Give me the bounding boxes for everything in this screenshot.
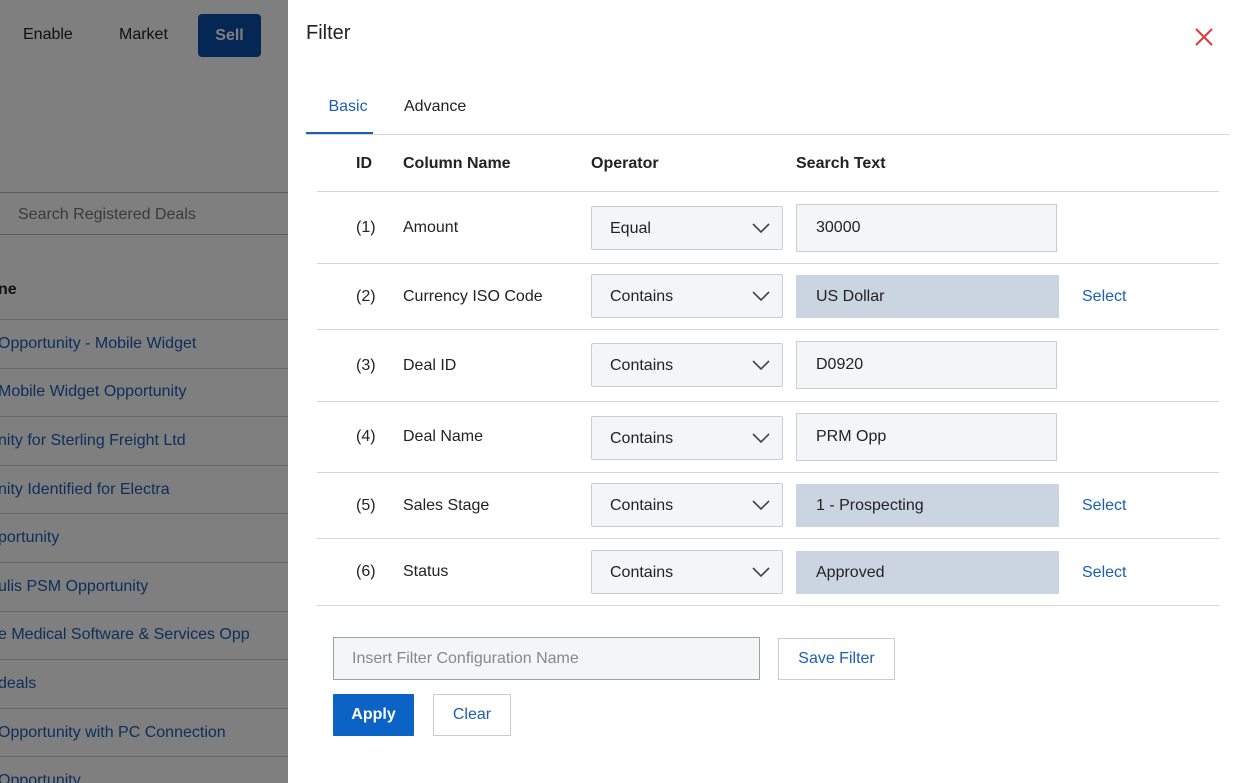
row-id: (4) bbox=[356, 428, 376, 445]
operator-select[interactable]: Contains bbox=[591, 274, 783, 318]
search-text-readonly: US Dollar bbox=[796, 275, 1059, 318]
search-text-input[interactable]: D0920 bbox=[796, 341, 1057, 389]
row-column-name: Deal Name bbox=[403, 428, 484, 445]
search-text-input[interactable]: PRM Opp bbox=[796, 413, 1057, 461]
chevron-down-icon bbox=[752, 223, 770, 234]
operator-select[interactable]: Contains bbox=[591, 416, 783, 460]
tab-basic[interactable]: Basic bbox=[306, 98, 373, 134]
clear-button[interactable]: Clear bbox=[433, 694, 511, 736]
row-id: (1) bbox=[356, 219, 376, 236]
header-column-name: Column Name bbox=[403, 155, 511, 172]
close-icon[interactable] bbox=[1193, 26, 1215, 48]
apply-button[interactable]: Apply bbox=[333, 694, 414, 736]
operator-value: Contains bbox=[610, 357, 674, 374]
save-filter-button[interactable]: Save Filter bbox=[778, 638, 895, 680]
modal-overlay[interactable] bbox=[0, 0, 288, 783]
row-id: (6) bbox=[356, 563, 376, 580]
chevron-down-icon bbox=[752, 291, 770, 302]
tab-advance[interactable]: Advance bbox=[404, 98, 466, 132]
filter-panel: Filter Basic Advance ID Column Name Oper… bbox=[288, 0, 1248, 783]
search-text-readonly: 1 - Prospecting bbox=[796, 484, 1059, 527]
operator-value: Contains bbox=[610, 497, 674, 514]
filter-config-name-input[interactable] bbox=[333, 637, 760, 680]
search-text-input[interactable]: 30000 bbox=[796, 204, 1057, 252]
filter-table: ID Column Name Operator Search Text (1) … bbox=[317, 135, 1219, 606]
table-row: (3) Deal ID Contains D0920 bbox=[317, 330, 1219, 402]
row-id: (2) bbox=[356, 288, 376, 305]
chevron-down-icon bbox=[752, 567, 770, 578]
select-link[interactable]: Select bbox=[1082, 564, 1126, 582]
filter-tabs: Basic Advance bbox=[306, 86, 1230, 135]
operator-select[interactable]: Contains bbox=[591, 483, 783, 527]
operator-select[interactable]: Equal bbox=[591, 206, 783, 250]
header-id: ID bbox=[356, 155, 372, 172]
search-text-readonly: Approved bbox=[796, 551, 1059, 594]
row-id: (3) bbox=[356, 357, 376, 374]
table-header: ID Column Name Operator Search Text bbox=[317, 135, 1219, 192]
operator-value: Contains bbox=[610, 288, 674, 305]
chevron-down-icon bbox=[752, 360, 770, 371]
operator-value: Contains bbox=[610, 430, 674, 447]
row-column-name: Status bbox=[403, 563, 449, 580]
table-row: (6) Status Contains Approved Select bbox=[317, 539, 1219, 606]
header-search-text: Search Text bbox=[796, 155, 886, 172]
table-row: (5) Sales Stage Contains 1 - Prospecting… bbox=[317, 473, 1219, 539]
header-operator: Operator bbox=[591, 155, 659, 172]
table-row: (1) Amount Equal 30000 bbox=[317, 192, 1219, 264]
operator-value: Contains bbox=[610, 564, 674, 581]
operator-select[interactable]: Contains bbox=[591, 343, 783, 387]
row-column-name: Sales Stage bbox=[403, 497, 490, 514]
row-id: (5) bbox=[356, 497, 376, 514]
chevron-down-icon bbox=[752, 500, 770, 511]
operator-value: Equal bbox=[610, 220, 651, 237]
row-column-name: Amount bbox=[403, 219, 459, 236]
chevron-down-icon bbox=[752, 433, 770, 444]
operator-select[interactable]: Contains bbox=[591, 550, 783, 594]
row-column-name: Currency ISO Code bbox=[403, 288, 543, 305]
panel-title: Filter bbox=[306, 22, 351, 44]
table-row: (2) Currency ISO Code Contains US Dollar… bbox=[317, 264, 1219, 330]
row-column-name: Deal ID bbox=[403, 357, 457, 374]
table-row: (4) Deal Name Contains PRM Opp bbox=[317, 402, 1219, 473]
select-link[interactable]: Select bbox=[1082, 497, 1126, 515]
select-link[interactable]: Select bbox=[1082, 288, 1126, 306]
